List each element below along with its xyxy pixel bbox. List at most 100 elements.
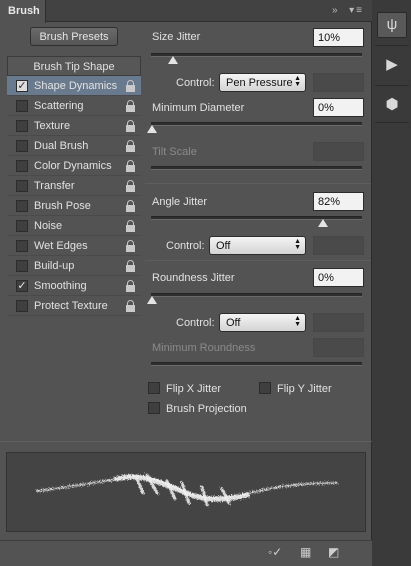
flip-y-jitter-checkbox[interactable] bbox=[259, 382, 271, 394]
tilt-scale-field bbox=[313, 142, 364, 161]
brush-option-checkbox[interactable] bbox=[16, 240, 28, 252]
size-jitter-label: Size Jitter bbox=[152, 31, 201, 43]
toggle-hard-proofing-icon[interactable]: ◦✓ bbox=[268, 545, 282, 559]
brush-option-checkbox[interactable] bbox=[16, 180, 28, 192]
brush-option-checkbox[interactable] bbox=[16, 220, 28, 232]
brush-projection-checkbox[interactable] bbox=[148, 402, 160, 414]
brush-option-item[interactable]: Texture bbox=[7, 116, 141, 136]
panel-footer: ◦✓ ▦ ◩ bbox=[0, 540, 372, 566]
lock-icon[interactable] bbox=[126, 160, 136, 172]
control-select-1[interactable]: Pen Pressure ▲ ▼ bbox=[219, 73, 306, 92]
lock-icon[interactable] bbox=[126, 220, 136, 232]
dock-divider bbox=[375, 45, 409, 46]
divider bbox=[145, 260, 371, 261]
lock-icon[interactable] bbox=[126, 180, 136, 192]
roundness-jitter-knob[interactable] bbox=[147, 296, 157, 304]
lock-icon[interactable] bbox=[126, 240, 136, 252]
angle-jitter-value[interactable]: 82% bbox=[313, 192, 364, 211]
brush-projection-label: Brush Projection bbox=[166, 403, 247, 415]
roundness-jitter-label: Roundness Jitter bbox=[152, 272, 235, 284]
divider bbox=[145, 183, 371, 184]
brush-panel-icon[interactable]: ψ bbox=[377, 12, 407, 38]
brush-option-checkbox[interactable]: ✓ bbox=[16, 80, 28, 92]
brush-option-label: Wet Edges bbox=[34, 240, 88, 252]
brush-option-item[interactable]: Color Dynamics bbox=[7, 156, 141, 176]
lock-icon[interactable] bbox=[126, 140, 136, 152]
size-jitter-knob[interactable] bbox=[167, 56, 178, 64]
tab-brush[interactable]: Brush bbox=[0, 0, 46, 23]
brush-option-item[interactable]: Scattering bbox=[7, 96, 141, 116]
minimum-diameter-knob[interactable] bbox=[147, 125, 157, 133]
brush-option-item[interactable]: Wet Edges bbox=[7, 236, 141, 256]
brush-option-label: Scattering bbox=[34, 100, 84, 112]
minimum-diameter-label: Minimum Diameter bbox=[152, 102, 245, 114]
brush-option-checkbox[interactable] bbox=[16, 300, 28, 312]
stroke-preview-image bbox=[36, 473, 338, 507]
flip-y-jitter-label: Flip Y Jitter bbox=[277, 383, 332, 395]
size-jitter-slider[interactable] bbox=[151, 53, 362, 57]
brush-option-checkbox[interactable] bbox=[16, 100, 28, 112]
panel-menu-icon[interactable]: » ▾≡ bbox=[332, 5, 364, 16]
control-select-1-value: Pen Pressure bbox=[226, 77, 293, 89]
brush-presets-button[interactable]: Brush Presets bbox=[30, 27, 118, 46]
brush-option-checkbox[interactable]: ✓ bbox=[16, 280, 28, 292]
angle-jitter-slider[interactable] bbox=[151, 216, 362, 220]
flip-x-jitter-label: Flip X Jitter bbox=[166, 383, 222, 395]
divider bbox=[0, 441, 372, 442]
minimum-roundness-label: Minimum Roundness bbox=[152, 342, 256, 354]
size-jitter-value[interactable]: 10% bbox=[313, 28, 364, 47]
minimum-diameter-slider[interactable] bbox=[151, 122, 362, 126]
lock-icon[interactable] bbox=[126, 260, 136, 272]
control-select-2-value: Off bbox=[216, 240, 231, 252]
minimum-roundness-field bbox=[313, 338, 364, 357]
control-select-2[interactable]: Off ▲ ▼ bbox=[209, 236, 306, 255]
panel-tab-bar: Brush » ▾≡ bbox=[0, 0, 372, 23]
lock-icon[interactable] bbox=[126, 120, 136, 132]
new-brush-icon[interactable]: ◩ bbox=[328, 545, 339, 559]
brush-option-label: Color Dynamics bbox=[34, 160, 112, 172]
lock-icon[interactable] bbox=[126, 300, 136, 312]
lock-icon[interactable] bbox=[126, 100, 136, 112]
play-icon[interactable]: ▶ bbox=[377, 52, 407, 78]
control-field-2 bbox=[313, 236, 364, 255]
brush-option-label: Transfer bbox=[34, 180, 75, 192]
brush-option-item[interactable]: Brush Pose bbox=[7, 196, 141, 216]
brush-option-item[interactable]: ✓ Shape Dynamics bbox=[7, 76, 141, 96]
brush-option-checkbox[interactable] bbox=[16, 200, 28, 212]
angle-jitter-knob[interactable] bbox=[318, 219, 329, 227]
angle-jitter-label: Angle Jitter bbox=[152, 196, 208, 208]
brush-option-item[interactable]: ✓ Smoothing bbox=[7, 276, 141, 296]
brush-option-item[interactable]: Dual Brush bbox=[7, 136, 141, 156]
brush-option-label: Brush Pose bbox=[34, 200, 91, 212]
lock-icon[interactable] bbox=[126, 280, 136, 292]
brush-option-item[interactable]: Build-up bbox=[7, 256, 141, 276]
roundness-jitter-slider[interactable] bbox=[151, 293, 362, 297]
lock-icon[interactable] bbox=[126, 200, 136, 212]
roundness-jitter-value[interactable]: 0% bbox=[313, 268, 364, 287]
lock-icon[interactable] bbox=[126, 80, 136, 92]
grid-icon[interactable]: ▦ bbox=[300, 545, 311, 559]
brush-option-item[interactable]: Noise bbox=[7, 216, 141, 236]
brush-option-item[interactable]: Protect Texture bbox=[7, 296, 141, 316]
right-dock: ψ ▶ ⬢ bbox=[373, 0, 411, 566]
minimum-roundness-slider bbox=[151, 362, 362, 366]
control-label-3: Control: bbox=[176, 317, 215, 329]
brush-option-checkbox[interactable] bbox=[16, 140, 28, 152]
dock-divider bbox=[375, 85, 409, 86]
control-label-2: Control: bbox=[166, 240, 205, 252]
brush-option-checkbox[interactable] bbox=[16, 120, 28, 132]
minimum-diameter-value[interactable]: 0% bbox=[313, 98, 364, 117]
dock-divider bbox=[375, 122, 409, 123]
brush-option-checkbox[interactable] bbox=[16, 160, 28, 172]
flip-x-jitter-checkbox[interactable] bbox=[148, 382, 160, 394]
brush-option-checkbox[interactable] bbox=[16, 260, 28, 272]
brush-option-label: Dual Brush bbox=[34, 140, 89, 152]
brush-option-label: Smoothing bbox=[34, 280, 87, 292]
brush-tip-shape-item[interactable]: Brush Tip Shape bbox=[7, 56, 141, 76]
tilt-scale-slider bbox=[151, 166, 362, 170]
cube-3d-icon[interactable]: ⬢ bbox=[377, 92, 407, 118]
brush-option-label: Texture bbox=[34, 120, 71, 132]
control-select-3[interactable]: Off ▲ ▼ bbox=[219, 313, 306, 332]
brush-option-item[interactable]: Transfer bbox=[7, 176, 141, 196]
brush-option-label: Build-up bbox=[34, 260, 75, 272]
